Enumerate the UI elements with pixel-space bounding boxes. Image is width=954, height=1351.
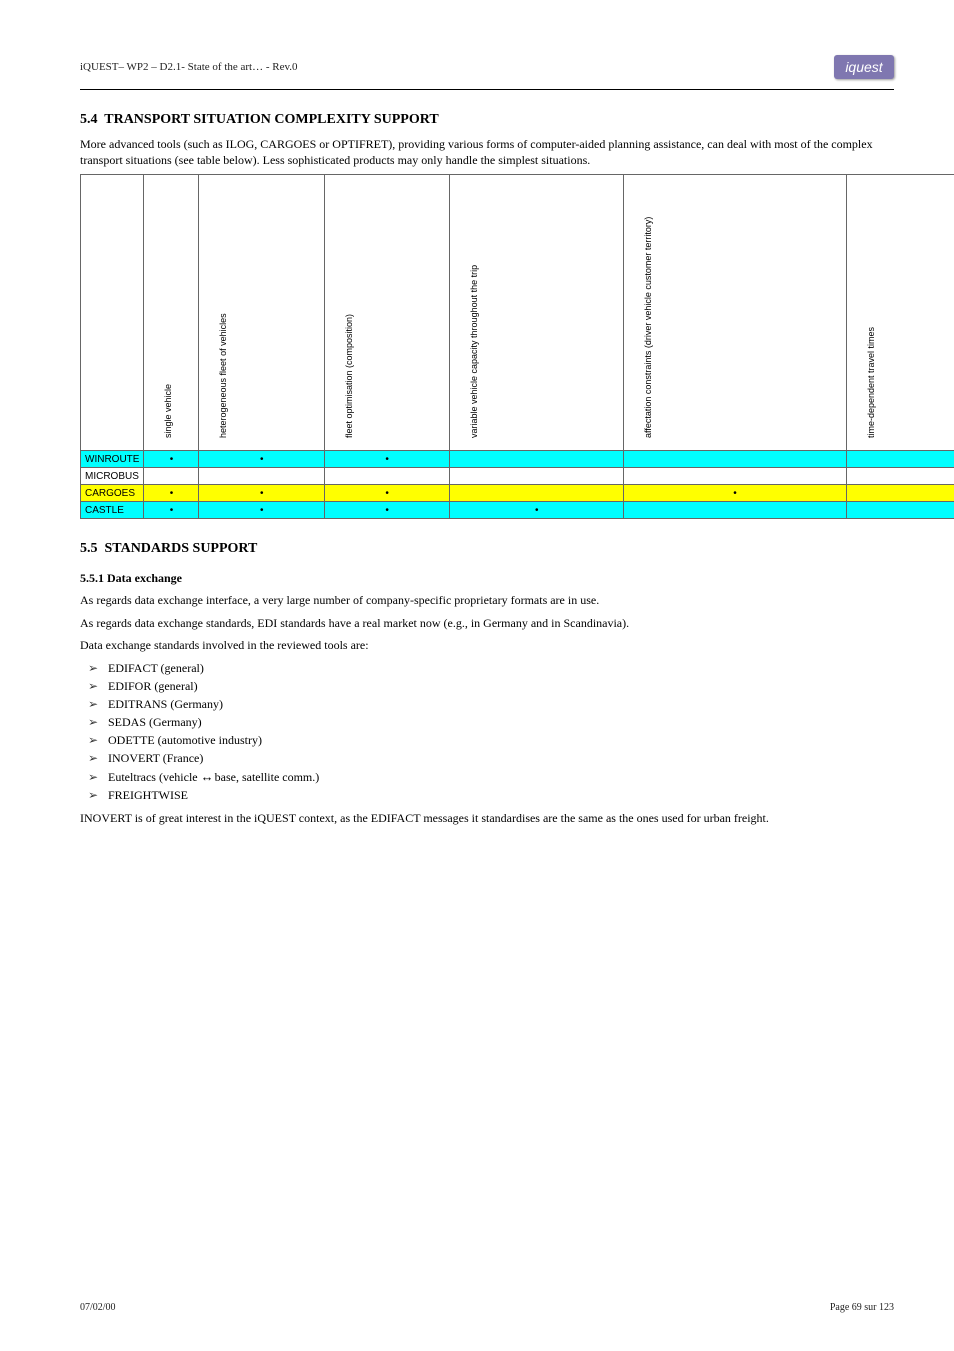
- table-corner-cell: [81, 175, 144, 451]
- page-footer: 07/02/00 Page 69 sur 123: [80, 1302, 894, 1313]
- bidirectional-arrow-icon: ↔: [201, 769, 212, 784]
- list-item: SEDAS (Germany): [108, 713, 894, 731]
- logo-badge: iquest: [834, 55, 894, 79]
- feature-cell: •: [144, 502, 199, 519]
- table-column-header: time-dependent travel times: [846, 175, 954, 451]
- feature-comparison-table: single vehicle heterogeneous fleet of veh…: [80, 174, 954, 519]
- row-label: CARGOES: [81, 485, 144, 502]
- list-item: ODETTE (automotive industry): [108, 731, 894, 749]
- table-row: WINROUTE••••••••••: [81, 451, 954, 468]
- body-paragraph: As regards data exchange standards, EDI …: [80, 615, 894, 631]
- table-column-header: heterogeneous fleet of vehicles: [199, 175, 325, 451]
- table-header-row: single vehicle heterogeneous fleet of veh…: [81, 175, 954, 451]
- footer-date: 07/02/00: [80, 1302, 116, 1313]
- feature-cell: •: [325, 451, 450, 468]
- list-item: FREIGHTWISE: [108, 786, 894, 804]
- section-5-4-heading: 5.4 TRANSPORT SITUATION COMPLEXITY SUPPO…: [80, 112, 894, 128]
- table-column-header: single vehicle: [144, 175, 199, 451]
- feature-cell: •: [325, 502, 450, 519]
- feature-cell: [325, 468, 450, 485]
- table-row: CASTLE••••••••••••••••: [81, 502, 954, 519]
- section-5-4-paragraph: More advanced tools (such as ILOG, CARGO…: [80, 136, 894, 168]
- feature-cell: •: [325, 485, 450, 502]
- feature-cell: [846, 468, 954, 485]
- header-rule: [80, 89, 894, 90]
- feature-cell: •: [624, 485, 846, 502]
- column-header-label: affectation constraints (driver vehicle …: [644, 217, 654, 438]
- feature-cell: [846, 451, 954, 468]
- column-header-label: time-dependent travel times: [867, 327, 877, 438]
- feature-cell: •: [144, 451, 199, 468]
- feature-cell: [624, 451, 846, 468]
- feature-cell: •: [199, 485, 325, 502]
- feature-cell: •: [450, 502, 624, 519]
- feature-cell: [450, 468, 624, 485]
- footer-page-number: Page 69 sur 123: [830, 1302, 894, 1313]
- table-column-header: fleet optimisation (composition): [325, 175, 450, 451]
- feature-cell: [144, 468, 199, 485]
- column-header-label: variable vehicle capacity throughout the…: [470, 265, 480, 438]
- section-5-5-heading: 5.5 STANDARDS SUPPORT: [80, 541, 894, 557]
- list-item: INOVERT (France): [108, 749, 894, 767]
- feature-cell: •: [199, 502, 325, 519]
- table-column-header: affectation constraints (driver vehicle …: [624, 175, 846, 451]
- list-item: EDIFOR (general): [108, 677, 894, 695]
- body-paragraph: Data exchange standards involved in the …: [80, 637, 894, 653]
- page-header: iQUEST– WP2 – D2.1- State of the art… - …: [80, 55, 894, 85]
- feature-cell: [450, 451, 624, 468]
- header-title: iQUEST– WP2 – D2.1- State of the art… - …: [80, 61, 298, 73]
- column-header-label: single vehicle: [164, 384, 174, 438]
- table-column-header: variable vehicle capacity throughout the…: [450, 175, 624, 451]
- table-row: CARGOES••••••••••••••••: [81, 485, 954, 502]
- row-label: MICROBUS: [81, 468, 144, 485]
- section-number: 5.4: [80, 112, 98, 127]
- subsection-5-5-1-heading: 5.5.1 Data exchange: [80, 571, 894, 586]
- column-header-label: fleet optimisation (composition): [345, 314, 355, 438]
- feature-cell: [199, 468, 325, 485]
- feature-cell: [450, 485, 624, 502]
- feature-cell: [624, 468, 846, 485]
- feature-cell: [624, 502, 846, 519]
- row-label: WINROUTE: [81, 451, 144, 468]
- feature-cell: [846, 485, 954, 502]
- body-paragraph: INOVERT is of great interest in the iQUE…: [80, 810, 894, 826]
- section-title: STANDARDS SUPPORT: [105, 541, 258, 556]
- feature-cell: •: [144, 485, 199, 502]
- feature-cell: [846, 502, 954, 519]
- section-title: TRANSPORT SITUATION COMPLEXITY SUPPORT: [104, 112, 438, 127]
- column-header-label: heterogeneous fleet of vehicles: [219, 314, 229, 439]
- section-number: 5.5: [80, 541, 98, 556]
- list-item: EDIFACT (general): [108, 659, 894, 677]
- list-item: EDITRANS (Germany): [108, 695, 894, 713]
- row-label: CASTLE: [81, 502, 144, 519]
- list-item: Euteltracs (vehicle ↔ base, satellite co…: [108, 767, 894, 787]
- body-paragraph: As regards data exchange interface, a ve…: [80, 592, 894, 608]
- feature-cell: •: [199, 451, 325, 468]
- table-row: MICROBUS: [81, 468, 954, 485]
- standards-list: EDIFACT (general)EDIFOR (general)EDITRAN…: [108, 659, 894, 805]
